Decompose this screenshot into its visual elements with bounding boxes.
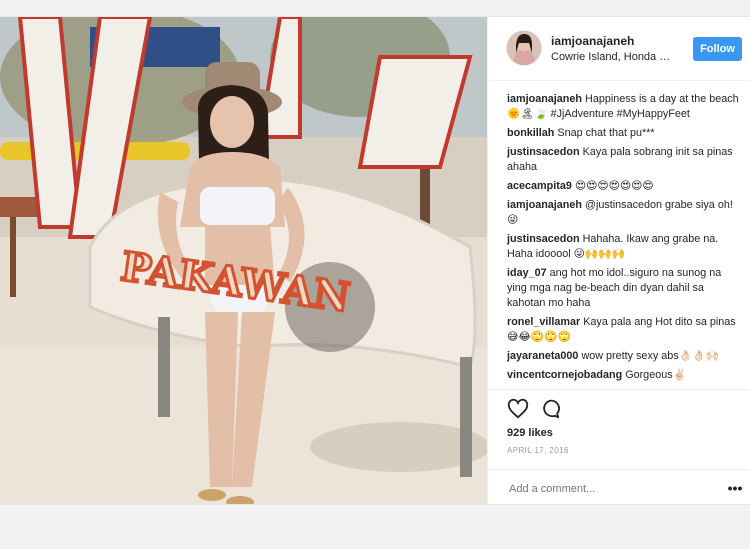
comment-text: Snap chat that pu*** bbox=[557, 127, 655, 139]
beach-photo-illustration: PAKAWAN bbox=[0, 17, 487, 504]
comment-item: jayaraneta000 wow pretty sexy abs👌🏻👌🏻🙌🏻 bbox=[507, 349, 739, 364]
avatar-image bbox=[507, 31, 541, 65]
comment-text: wow pretty sexy abs👌🏻👌🏻🙌🏻 bbox=[581, 350, 719, 362]
more-options-icon[interactable]: ••• bbox=[725, 479, 745, 497]
comment-item: bonkillah Snap chat that pu*** bbox=[507, 126, 739, 141]
comment-username[interactable]: acecampita9 bbox=[507, 180, 572, 192]
comment-username[interactable]: iamjoanajaneh bbox=[507, 199, 582, 211]
comment-text: Gorgeous✌🏻 bbox=[625, 369, 687, 381]
add-comment-input[interactable] bbox=[507, 478, 711, 500]
comment-item: ronel_villamar Kaya pala ang Hot dito sa… bbox=[507, 315, 739, 345]
post-photo[interactable]: PAKAWAN bbox=[0, 17, 487, 504]
post-header: iamjoanajaneh Cowrie Island, Honda B... … bbox=[488, 17, 750, 81]
likes-count[interactable]: 929 likes bbox=[507, 427, 553, 439]
avatar[interactable] bbox=[507, 31, 541, 65]
comment-username[interactable]: vincentcornejobadang bbox=[507, 369, 622, 381]
comment-username[interactable]: ronel_villamar bbox=[507, 316, 580, 328]
comment-username[interactable]: justinsacedon bbox=[507, 233, 580, 245]
comment-item: acecampita9 😍😍😍😍😍😍😍 bbox=[507, 179, 739, 194]
comment-item: iamjoanajaneh @justinsacedon grabe siya … bbox=[507, 198, 739, 228]
post-location[interactable]: Cowrie Island, Honda B... bbox=[551, 51, 673, 63]
comment-item: vincentcornejobadang Gorgeous✌🏻 bbox=[507, 368, 739, 383]
comment-item: justinsacedon Hahaha. Ikaw ang grabe na.… bbox=[507, 232, 739, 262]
instagram-post: PAKAWAN iamjoanajaneh Cowrie Island, Hon… bbox=[0, 16, 750, 505]
comment-username[interactable]: iamjoanajaneh bbox=[507, 93, 582, 105]
post-username[interactable]: iamjoanajaneh bbox=[551, 34, 634, 48]
comment-username[interactable]: bonkillah bbox=[507, 127, 554, 139]
comment-item: iday_07 ang hot mo idol..siguro na sunog… bbox=[507, 266, 739, 311]
comments-scrollbar[interactable] bbox=[746, 85, 749, 385]
add-comment-bar: ••• bbox=[488, 469, 750, 506]
follow-button[interactable]: Follow bbox=[693, 37, 742, 61]
comment-username[interactable]: justinsacedon bbox=[507, 146, 580, 158]
post-date[interactable]: APRIL 17, 2016 bbox=[507, 446, 569, 455]
comment-username[interactable]: iday_07 bbox=[507, 267, 547, 279]
comment-text: 😍😍😍😍😍😍😍 bbox=[574, 180, 654, 192]
heart-icon[interactable] bbox=[507, 398, 529, 420]
comments-list: iamjoanajaneh Happiness is a day at the … bbox=[507, 92, 739, 389]
post-sidebar: iamjoanajaneh Cowrie Island, Honda B... … bbox=[487, 17, 750, 504]
comment-item: justinsacedon Kaya pala sobrang init sa … bbox=[507, 145, 739, 175]
comment-username[interactable]: jayaraneta000 bbox=[507, 350, 578, 362]
comment-item: iamjoanajaneh Happiness is a day at the … bbox=[507, 92, 739, 122]
comment-bubble-icon[interactable] bbox=[539, 398, 561, 420]
post-actions: 929 likes APRIL 17, 2016 ••• bbox=[488, 389, 750, 505]
